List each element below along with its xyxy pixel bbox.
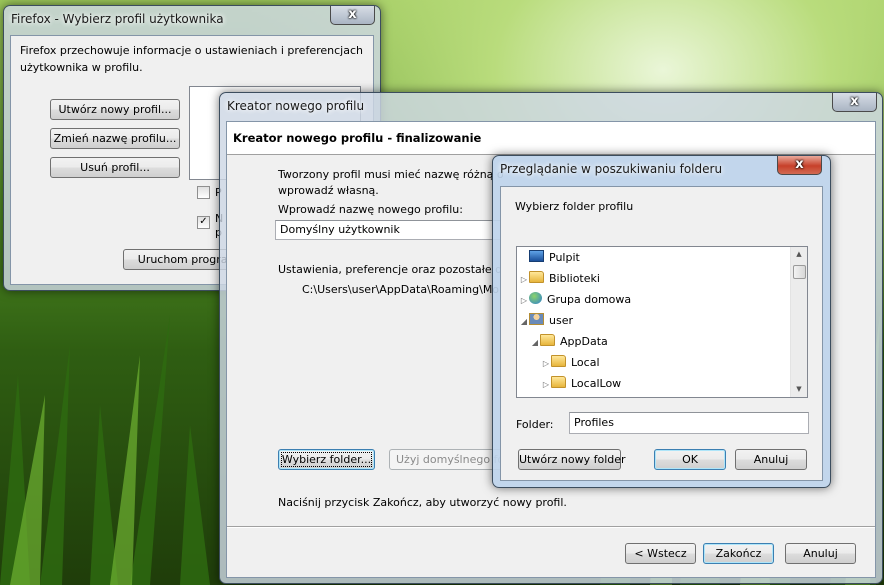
folder-label: Folder: [516,418,554,431]
delete-profile-button[interactable]: Usuń profil... [50,157,180,178]
back-button[interactable]: < Wstecz [625,543,696,564]
tree-item-appdata[interactable]: ◢ AppData [530,333,608,351]
expand-arrow-icon[interactable]: ▷ [519,292,529,310]
tree-item-label: Biblioteki [549,272,600,285]
close-icon: x [795,157,804,172]
wizard-header-title: Kreator nowego profilu - finalizowanie [233,131,482,145]
profile-path: C:\Users\user\AppData\Roaming\Mo [302,283,500,296]
wizard-close-button[interactable]: x [832,93,877,112]
expand-arrow-icon[interactable]: ▷ [541,355,551,373]
tree-scrollbar[interactable]: ▲ ▼ [790,247,807,397]
close-icon: x [348,7,357,22]
description-line1: Firefox przechowuje informacje o ustawie… [20,44,363,57]
expand-arrow-icon[interactable]: ▷ [541,376,551,394]
wizard-separator [227,526,875,528]
offline-checkbox[interactable] [197,186,210,199]
tree-item-label: LocalLow [571,377,622,390]
user-folder-icon [529,313,544,325]
browse-titlebar[interactable]: Przeglądanie w poszukiwaniu folderu x [493,156,830,182]
checkmark-icon: ✓ [199,216,208,227]
tree-item-label: user [549,314,573,327]
rename-profile-button[interactable]: Zmień nazwę profilu... [50,128,180,149]
libraries-icon [529,271,544,283]
finish-button[interactable]: Zakończ [703,543,774,564]
profile-name-label: Wprowadź nazwę nowego profilu: [278,203,463,216]
browse-title: Przeglądanie w poszukiwaniu folderu [500,162,723,176]
wizard-header-band: Kreator nowego profilu - finalizowanie [227,122,875,155]
tree-item-user[interactable]: ◢ user [519,312,573,330]
settings-text: Ustawienia, preferencje oraz pozostałe d… [278,263,509,276]
cancel-button[interactable]: Anuluj [785,543,856,564]
tree-item-grupa-domowa[interactable]: ▷ Grupa domowa [519,291,631,309]
tree-item-local[interactable]: ▷ Local [541,354,600,372]
close-icon: x [850,94,859,109]
tree-item-label: Grupa domowa [547,293,632,306]
collapse-arrow-icon[interactable]: ◢ [530,334,540,352]
intro-line1: Tworzony profil musi mieć nazwę różną o [278,168,504,181]
profile-manager-titlebar[interactable]: Firefox - Wybierz profil użytkownika x [4,6,380,32]
window-title: Firefox - Wybierz profil użytkownika [11,12,224,26]
browse-prompt: Wybierz folder profilu [515,200,634,213]
collapse-arrow-icon[interactable]: ◢ [519,313,529,331]
create-profile-button[interactable]: Utwórz nowy profil... [50,99,180,120]
folder-tree[interactable]: Pulpit ▷ Biblioteki ▷ Grupa domowa ◢ user ◢… [516,246,808,398]
dont-ask-checkbox[interactable]: ✓ [197,216,210,229]
expand-arrow-icon[interactable]: ▷ [519,271,529,289]
scroll-thumb[interactable] [793,265,806,279]
folder-icon [551,376,566,388]
scroll-down-icon[interactable]: ▼ [792,382,806,397]
tree-item-locallow[interactable]: ▷ LocalLow [541,375,621,393]
description-line2: użytkownika w profilu. [20,61,143,74]
desktop-icon [529,250,544,262]
close-button[interactable]: x [330,6,375,25]
finish-hint: Naciśnij przycisk Zakończ, aby utworzyć … [278,496,567,509]
browse-cancel-button[interactable]: Anuluj [735,449,807,470]
tree-item-biblioteki[interactable]: ▷ Biblioteki [519,270,600,288]
wizard-titlebar[interactable]: Kreator nowego profilu x [220,93,882,119]
ok-button[interactable]: OK [654,449,726,470]
tree-item-label: Pulpit [549,251,580,264]
folder-icon [551,355,566,367]
tree-item-pulpit[interactable]: Pulpit [519,249,580,267]
browse-client: Wybierz folder profilu Pulpit ▷ Bibliotek… [500,186,823,481]
new-folder-button[interactable]: Utwórz nowy folder [518,449,626,470]
tree-item-label: Local [571,356,600,369]
homegroup-icon [529,292,542,304]
scroll-up-icon[interactable]: ▲ [792,247,806,262]
browse-close-button[interactable]: x [777,156,822,175]
choose-folder-button[interactable]: Wybierz folder... [278,449,375,470]
tree-item-label: AppData [560,335,608,348]
intro-line2: wprowadź własną. [278,184,379,197]
folder-icon [540,334,555,346]
browse-folder-dialog: Przeglądanie w poszukiwaniu folderu x Wy… [492,155,831,488]
wizard-title: Kreator nowego profilu [227,99,365,113]
folder-input[interactable]: Profiles [569,412,809,434]
